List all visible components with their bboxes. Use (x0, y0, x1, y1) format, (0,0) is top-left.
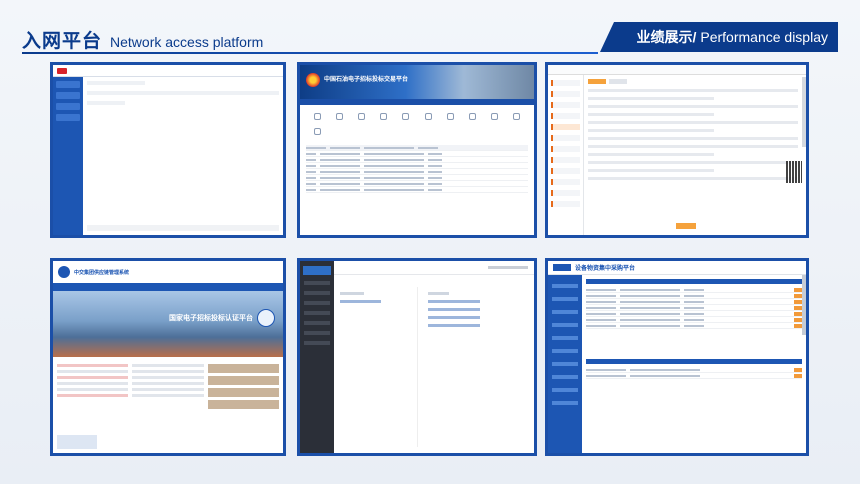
header-underline (22, 52, 598, 54)
footer-bar (87, 225, 279, 231)
right-column (424, 287, 528, 447)
footer-logo (57, 435, 97, 449)
data-table (306, 145, 528, 193)
screenshot-panel-2: 中国石油电子招标投标交易平台 (297, 62, 537, 238)
site-header: 中交集团供应链管理系统 (53, 261, 283, 283)
logo (57, 67, 67, 74)
screenshot-panel-1 (50, 62, 286, 238)
qr-code-icon (786, 161, 802, 183)
china-telecom-logo-icon (553, 264, 571, 271)
action-button[interactable] (676, 223, 696, 229)
section-title-cn: 业绩展示/ (636, 29, 697, 45)
extra-icon (300, 122, 534, 141)
scrollbar[interactable] (802, 77, 806, 147)
header-left: 入网平台 Network access platform (22, 26, 263, 53)
sidebar (548, 75, 584, 235)
scrollbar[interactable] (802, 275, 806, 335)
page-title-en: Network access platform (110, 34, 264, 50)
section-banner: 业绩展示/ Performance display (600, 22, 838, 52)
news-columns (53, 357, 283, 416)
nav-bar (53, 283, 283, 291)
cccc-logo-icon (58, 266, 70, 278)
screenshot-panel-4: 中交集团供应链管理系统 国家电子招标投标认证平台 (50, 258, 286, 456)
site-title: 中交集团供应链管理系统 (74, 269, 130, 276)
sidebar (53, 77, 83, 235)
app-topbar (548, 65, 806, 75)
hero-text: 国家电子招标投标认证平台 (169, 313, 253, 322)
sidebar (548, 275, 582, 453)
banner-title: 中国石油电子招标投标交易平台 (324, 77, 409, 83)
function-icons (300, 105, 534, 122)
site-header: 设备物资集中采购平台 (548, 261, 806, 275)
left-column (336, 287, 418, 447)
certification-seal-icon (257, 309, 275, 327)
app-topbar (53, 65, 283, 77)
section-title-en: Performance display (700, 29, 828, 45)
screenshot-panel-3 (545, 62, 809, 238)
main-content (87, 81, 279, 231)
site-title: 设备物资集中采购平台 (575, 266, 636, 272)
page-title-cn: 入网平台 (22, 30, 103, 52)
screenshot-panel-5 (297, 258, 537, 456)
screenshot-panel-6: 设备物资集中采购平台 (545, 258, 809, 456)
petrochina-logo-icon (306, 73, 320, 87)
site-banner: 中国石油电子招标投标交易平台 (300, 65, 534, 99)
app-topbar (334, 261, 534, 275)
data-table (586, 279, 802, 449)
detail-form (588, 79, 798, 231)
sidebar (300, 261, 334, 453)
hero-banner: 国家电子招标投标认证平台 (53, 291, 283, 357)
